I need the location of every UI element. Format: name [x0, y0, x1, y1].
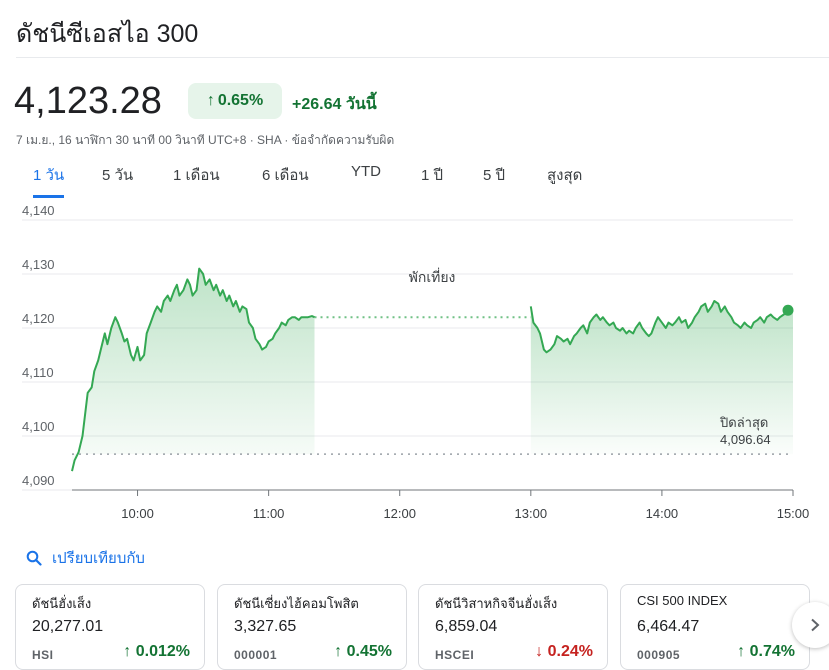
x-tick-label: 13:00: [515, 506, 548, 521]
index-change-value: 0.74%: [749, 643, 795, 660]
price-chart[interactable]: 4,140 4,130 4,120 4,110 4,100 4,090 10:00 11:0…: [0, 200, 829, 530]
index-value: 3,327.65: [234, 618, 297, 635]
divider: [16, 57, 829, 58]
page-title: ดัชนีซีเอสไอ 300: [16, 20, 199, 48]
index-change: ↑ 0.012%: [123, 643, 190, 661]
x-tick-label: 10:00: [121, 506, 154, 521]
range-tabs: 1 วัน 5 วัน 1 เดือน 6 เดือน YTD 1 ปี 5 ป…: [16, 160, 616, 198]
compare-button[interactable]: เปรียบเทียบกับ: [26, 546, 145, 570]
index-card-000905[interactable]: CSI 500 INDEX 6,464.47 000905 ↑ 0.74%: [620, 584, 810, 670]
x-tick-label: 11:00: [253, 506, 285, 521]
last-price-marker: [782, 304, 794, 316]
change-absolute: +26.64 วันนี้: [292, 96, 377, 113]
tab-5-days[interactable]: 5 วัน: [102, 163, 133, 195]
index-change: ↓ 0.24%: [535, 643, 593, 661]
arrow-up-icon: ↑: [334, 643, 343, 660]
y-tick-label: 4,130: [22, 257, 55, 272]
index-name: ดัชนีวิสาหกิจจีนฮั่งเส็ง: [435, 596, 558, 611]
y-tick-label: 4,110: [22, 365, 54, 380]
search-icon: [26, 550, 42, 566]
tab-6-months[interactable]: 6 เดือน: [262, 163, 309, 195]
tab-1-month[interactable]: 1 เดือน: [173, 163, 220, 195]
index-ticker: 000905: [637, 648, 681, 662]
index-ticker: HSI: [32, 648, 54, 662]
index-change: ↑ 0.74%: [737, 643, 795, 661]
index-name: ดัชนีเซี่ยงไฮ้คอมโพสิต: [234, 596, 359, 611]
index-value: 6,859.04: [435, 618, 498, 635]
change-percent-badge: ↑ 0.65%: [188, 83, 282, 119]
arrow-up-icon: ↑: [123, 643, 132, 660]
index-value: 6,464.47: [637, 618, 700, 635]
index-card-hsi[interactable]: ดัชนีฮั่งเส็ง 20,277.01 HSI ↑ 0.012%: [15, 584, 205, 670]
tab-1-day[interactable]: 1 วัน: [33, 163, 65, 198]
chevron-right-icon: [811, 618, 820, 632]
arrow-up-icon: ↑: [737, 643, 746, 660]
y-tick-label: 4,140: [22, 203, 55, 218]
tab-ytd[interactable]: YTD: [351, 163, 381, 188]
index-value: 20,277.01: [32, 618, 104, 635]
x-tick-label: 15:00: [777, 506, 810, 521]
index-change-value: 0.45%: [346, 643, 392, 660]
current-price: 4,123.28: [14, 80, 162, 122]
y-tick-label: 4,120: [22, 311, 55, 326]
previous-close-value: 4,096.64: [720, 432, 771, 447]
previous-close-label: ปิดล่าสุด: [719, 415, 768, 431]
index-name: CSI 500 INDEX: [637, 593, 728, 608]
index-card-hscei[interactable]: ดัชนีวิสาหกิจจีนฮั่งเส็ง 6,859.04 HSCEI …: [418, 584, 608, 670]
index-change-value: 0.012%: [135, 643, 190, 660]
index-name: ดัชนีฮั่งเส็ง: [32, 596, 92, 611]
index-ticker: HSCEI: [435, 648, 475, 662]
x-tick-label: 14:00: [646, 506, 679, 521]
y-tick-label: 4,090: [22, 473, 55, 488]
morning-series-area: [72, 268, 315, 472]
arrow-down-icon: ↓: [535, 643, 544, 660]
tab-1-year[interactable]: 1 ปี: [421, 163, 443, 195]
index-card-000001[interactable]: ดัชนีเซี่ยงไฮ้คอมโพสิต 3,327.65 000001 ↑…: [217, 584, 407, 670]
index-ticker: 000001: [234, 648, 278, 662]
y-tick-label: 4,100: [22, 419, 55, 434]
index-change-value: 0.24%: [547, 643, 593, 660]
index-change: ↑ 0.45%: [334, 643, 392, 661]
compare-label: เปรียบเทียบกับ: [52, 550, 145, 567]
change-percent: 0.65%: [217, 92, 264, 109]
x-tick-label: 12:00: [383, 506, 416, 521]
tab-max[interactable]: สูงสุด: [547, 163, 582, 195]
tab-5-years[interactable]: 5 ปี: [483, 163, 505, 195]
lunch-break-label: พักเที่ยง: [409, 268, 456, 285]
quote-meta: 7 เม.ย., 16 นาฬิกา 30 นาที 00 วินาที UTC…: [16, 133, 395, 147]
arrow-up-icon: ↑: [206, 92, 215, 109]
